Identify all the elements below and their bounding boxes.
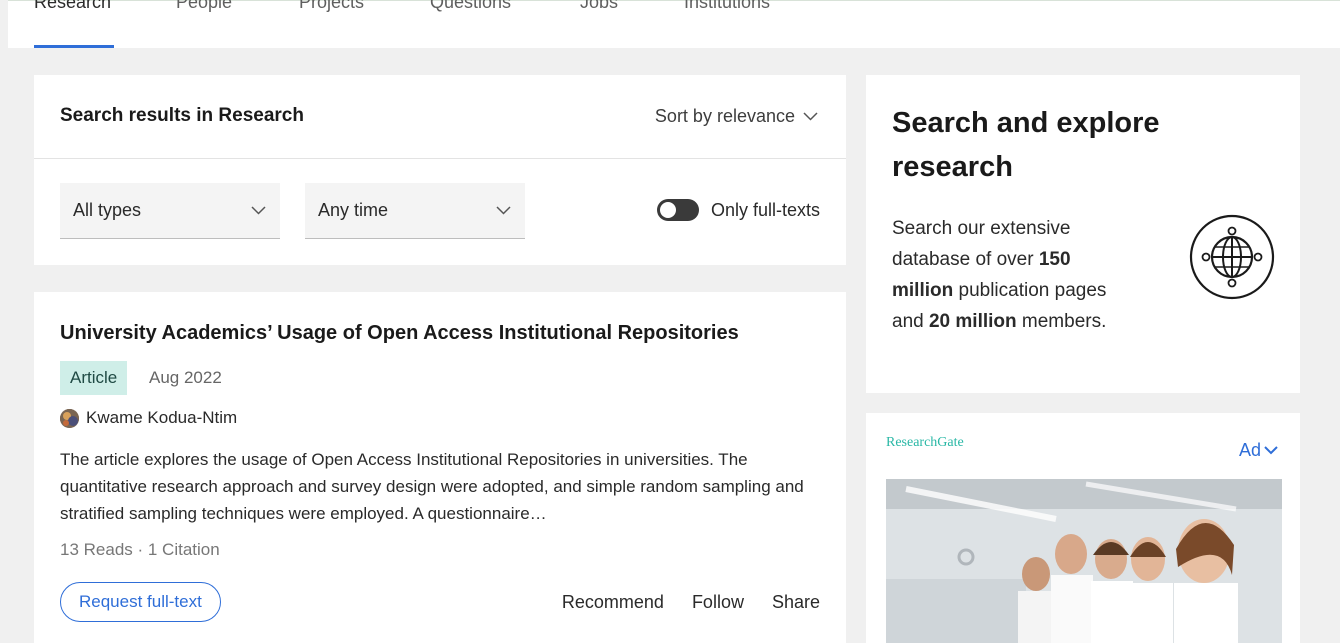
chevron-down-icon: [1264, 446, 1278, 455]
tab-questions[interactable]: Questions: [430, 0, 511, 13]
publication-date: Aug 2022: [149, 368, 222, 387]
type-filter-select[interactable]: All types: [60, 183, 280, 239]
member-count: 20 million: [928, 311, 1017, 332]
explore-research-card: Search and explore research Search our e…: [866, 75, 1300, 393]
tab-research[interactable]: Research: [34, 0, 111, 13]
result-stats: 13 Reads · 1 Citation: [60, 540, 220, 559]
request-fulltext-button[interactable]: Request full-text: [60, 582, 221, 622]
explore-text-part: members.: [1016, 311, 1107, 332]
share-button[interactable]: Share: [772, 592, 820, 613]
header-divider: [34, 158, 846, 159]
toggle-knob: [659, 202, 676, 218]
ad-options-button[interactable]: Ad: [1239, 440, 1278, 461]
explore-title: Search and explore research: [892, 107, 1160, 183]
type-filter-value: All types: [73, 200, 142, 220]
ad-brand-logo: ResearchGate: [886, 435, 964, 450]
chevron-down-icon: [803, 112, 818, 121]
fulltext-toggle[interactable]: [656, 199, 699, 221]
sort-dropdown[interactable]: Sort by relevance: [655, 106, 818, 127]
top-tab-bar: Research People Projects Questions Jobs …: [8, 0, 1340, 48]
recommend-button[interactable]: Recommend: [562, 592, 664, 613]
publication-type-badge: Article: [60, 361, 128, 395]
chevron-down-icon: [251, 206, 266, 215]
author-name: Kwame Kodua-Ntim: [86, 408, 238, 427]
time-filter-value: Any time: [318, 200, 389, 220]
globe-network-icon: [1188, 213, 1276, 301]
tab-projects[interactable]: Projects: [299, 0, 364, 13]
result-abstract: The article explores the usage of Open A…: [60, 450, 804, 523]
time-filter-select[interactable]: Any time: [305, 183, 525, 239]
explore-description: Search our extensive database of over 15…: [892, 213, 1132, 337]
ad-label: Ad: [1238, 440, 1261, 460]
avatar: [60, 408, 79, 428]
active-tab-indicator: [34, 45, 114, 48]
fulltext-filter: Only full-texts: [656, 199, 820, 221]
search-results-title: Search results in Research: [60, 105, 304, 126]
result-title-link[interactable]: University Academics’ Usage of Open Acce…: [60, 322, 739, 345]
fulltext-toggle-label: Only full-texts: [710, 199, 820, 220]
author-link[interactable]: Kwame Kodua-Ntim: [60, 408, 237, 428]
tab-jobs[interactable]: Jobs: [580, 0, 618, 13]
tab-people[interactable]: People: [176, 0, 232, 13]
follow-button[interactable]: Follow: [692, 592, 744, 613]
tab-institutions[interactable]: Institutions: [684, 0, 770, 13]
ad-image[interactable]: [886, 479, 1282, 643]
advertisement-card: ResearchGate Ad: [866, 413, 1300, 643]
chevron-down-icon: [496, 206, 511, 215]
search-header-card: Search results in Research Sort by relev…: [34, 75, 846, 265]
result-card: University Academics’ Usage of Open Acce…: [34, 292, 846, 643]
sort-label: Sort by relevance: [654, 106, 795, 126]
result-actions: Recommend Follow Share: [562, 592, 820, 613]
